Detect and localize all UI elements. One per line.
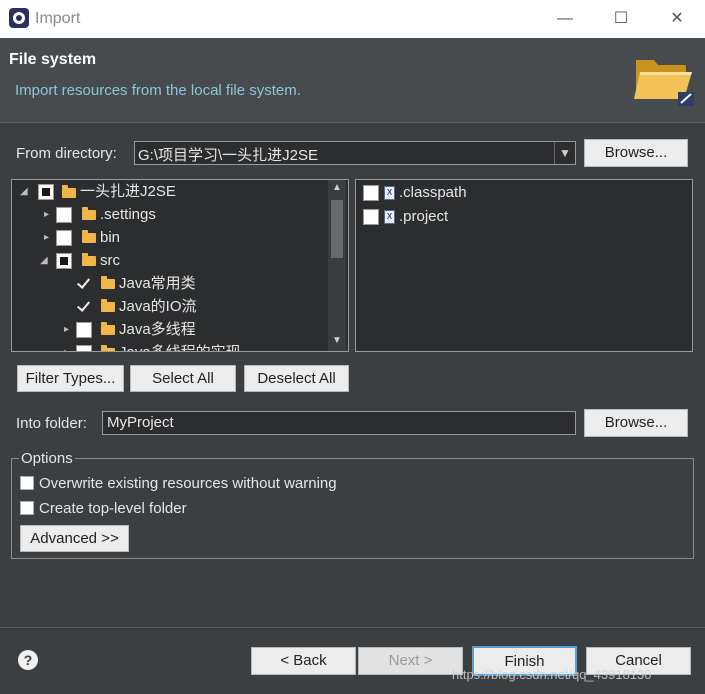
- folder-icon: [82, 253, 96, 266]
- scroll-down-icon[interactable]: ▼: [328, 333, 346, 349]
- tree-item-label: .settings: [100, 206, 156, 223]
- tree-item[interactable]: Java常用类: [12, 273, 328, 295]
- xml-file-icon: X: [384, 186, 395, 200]
- advanced-button[interactable]: Advanced >>: [20, 525, 129, 552]
- wizard-banner: File system Import resources from the lo…: [0, 38, 705, 123]
- folder-icon: [101, 276, 115, 289]
- into-folder-input[interactable]: MyProject: [102, 411, 576, 435]
- expanded-twisty-icon[interactable]: ◢: [40, 256, 50, 266]
- collapsed-twisty-icon[interactable]: ▸: [44, 210, 54, 220]
- tree-item-label: src: [100, 252, 120, 269]
- collapsed-twisty-icon[interactable]: ▸: [44, 233, 54, 243]
- page-description: Import resources from the local file sys…: [15, 82, 301, 99]
- file-item-label: .project: [399, 208, 449, 225]
- scrollbar-thumb[interactable]: [331, 200, 343, 258]
- tree-item[interactable]: Java的IO流: [12, 296, 328, 318]
- folder-icon: [82, 207, 96, 220]
- tree-item-label: Java多线程的实现: [119, 342, 241, 351]
- back-button[interactable]: < Back: [251, 647, 356, 675]
- tree-item-label: Java的IO流: [119, 298, 197, 315]
- tree-checkbox[interactable]: [56, 253, 72, 269]
- deselect-all-button[interactable]: Deselect All: [244, 365, 349, 392]
- tree-item-label: 一头扎进J2SE: [80, 183, 176, 200]
- title-bar: Import — ☐ ✕: [0, 0, 705, 38]
- tree-checkbox[interactable]: [76, 345, 92, 351]
- create-top-level-label: Create top-level folder: [39, 500, 187, 517]
- file-item-label: .classpath: [399, 184, 467, 201]
- file-checkbox[interactable]: [363, 209, 379, 225]
- footer-separator: [0, 627, 705, 628]
- minimize-button[interactable]: —: [537, 0, 593, 38]
- window-title: Import: [35, 10, 81, 27]
- tree-item[interactable]: ◢ src: [12, 250, 328, 272]
- expanded-twisty-icon[interactable]: ◢: [20, 187, 30, 197]
- page-title: File system: [9, 51, 97, 68]
- tree-checkbox[interactable]: [38, 184, 54, 200]
- scroll-up-icon[interactable]: ▲: [328, 180, 346, 196]
- into-folder-value: MyProject: [107, 414, 174, 431]
- from-directory-value: G:\项目学习\一头扎进J2SE: [138, 147, 319, 164]
- browse-folder-button[interactable]: Browse...: [584, 409, 688, 437]
- tree-item-label: bin: [100, 229, 121, 246]
- create-top-level-checkbox[interactable]: [20, 501, 34, 515]
- collapsed-twisty-icon[interactable]: ▸: [64, 325, 74, 335]
- tree-item[interactable]: ▸ bin: [12, 227, 328, 249]
- tree-scrollbar[interactable]: ▲ ▼: [328, 180, 346, 351]
- next-button[interactable]: Next >: [358, 647, 463, 675]
- tree-checkbox-checked[interactable]: [76, 276, 92, 292]
- select-all-button[interactable]: Select All: [130, 365, 236, 392]
- file-checkbox[interactable]: [363, 185, 379, 201]
- tree-checkbox[interactable]: [56, 230, 72, 246]
- xml-file-icon: X: [384, 210, 395, 224]
- chevron-down-icon[interactable]: ▼: [554, 142, 575, 164]
- tree-item-label: Java多线程: [119, 321, 196, 338]
- from-directory-combo[interactable]: G:\项目学习\一头扎进J2SE ▼: [134, 141, 576, 165]
- folder-tree[interactable]: ◢ 一头扎进J2SE ▸ .settings ▸ bin ◢ src Java常…: [11, 179, 349, 352]
- tree-item[interactable]: ◢ 一头扎进J2SE: [12, 181, 328, 203]
- overwrite-label: Overwrite existing resources without war…: [39, 475, 337, 492]
- options-legend: Options: [19, 450, 75, 467]
- tree-item[interactable]: ▸ Java多线程的实现: [12, 342, 328, 352]
- tree-checkbox-checked[interactable]: [76, 299, 92, 315]
- maximize-button[interactable]: ☐: [593, 0, 649, 38]
- overwrite-checkbox[interactable]: [20, 476, 34, 490]
- tree-checkbox[interactable]: [76, 322, 92, 338]
- collapsed-twisty-icon[interactable]: ▸: [64, 348, 74, 352]
- tree-item-label: Java常用类: [119, 275, 196, 292]
- open-folder-icon: [634, 60, 694, 106]
- folder-icon: [82, 230, 96, 243]
- help-icon[interactable]: ?: [18, 650, 38, 670]
- folder-icon: [101, 322, 115, 335]
- eclipse-app-icon: [9, 8, 29, 28]
- file-item[interactable]: X .project: [356, 206, 692, 228]
- browse-directory-button[interactable]: Browse...: [584, 139, 688, 167]
- tree-item[interactable]: ▸ Java多线程: [12, 319, 328, 341]
- close-button[interactable]: ✕: [649, 0, 705, 38]
- watermark-text: https://blog.csdn.net/qq_43918130: [452, 667, 652, 682]
- folder-icon: [101, 345, 115, 351]
- tree-checkbox[interactable]: [56, 207, 72, 223]
- tree-item[interactable]: ▸ .settings: [12, 204, 328, 226]
- into-folder-label: Into folder:: [16, 415, 87, 432]
- folder-icon: [62, 185, 76, 198]
- filter-types-button[interactable]: Filter Types...: [17, 365, 124, 392]
- from-directory-label: From directory:: [16, 145, 117, 162]
- folder-icon: [101, 299, 115, 312]
- file-item[interactable]: X .classpath: [356, 182, 692, 204]
- file-list[interactable]: X .classpath X .project: [355, 179, 693, 352]
